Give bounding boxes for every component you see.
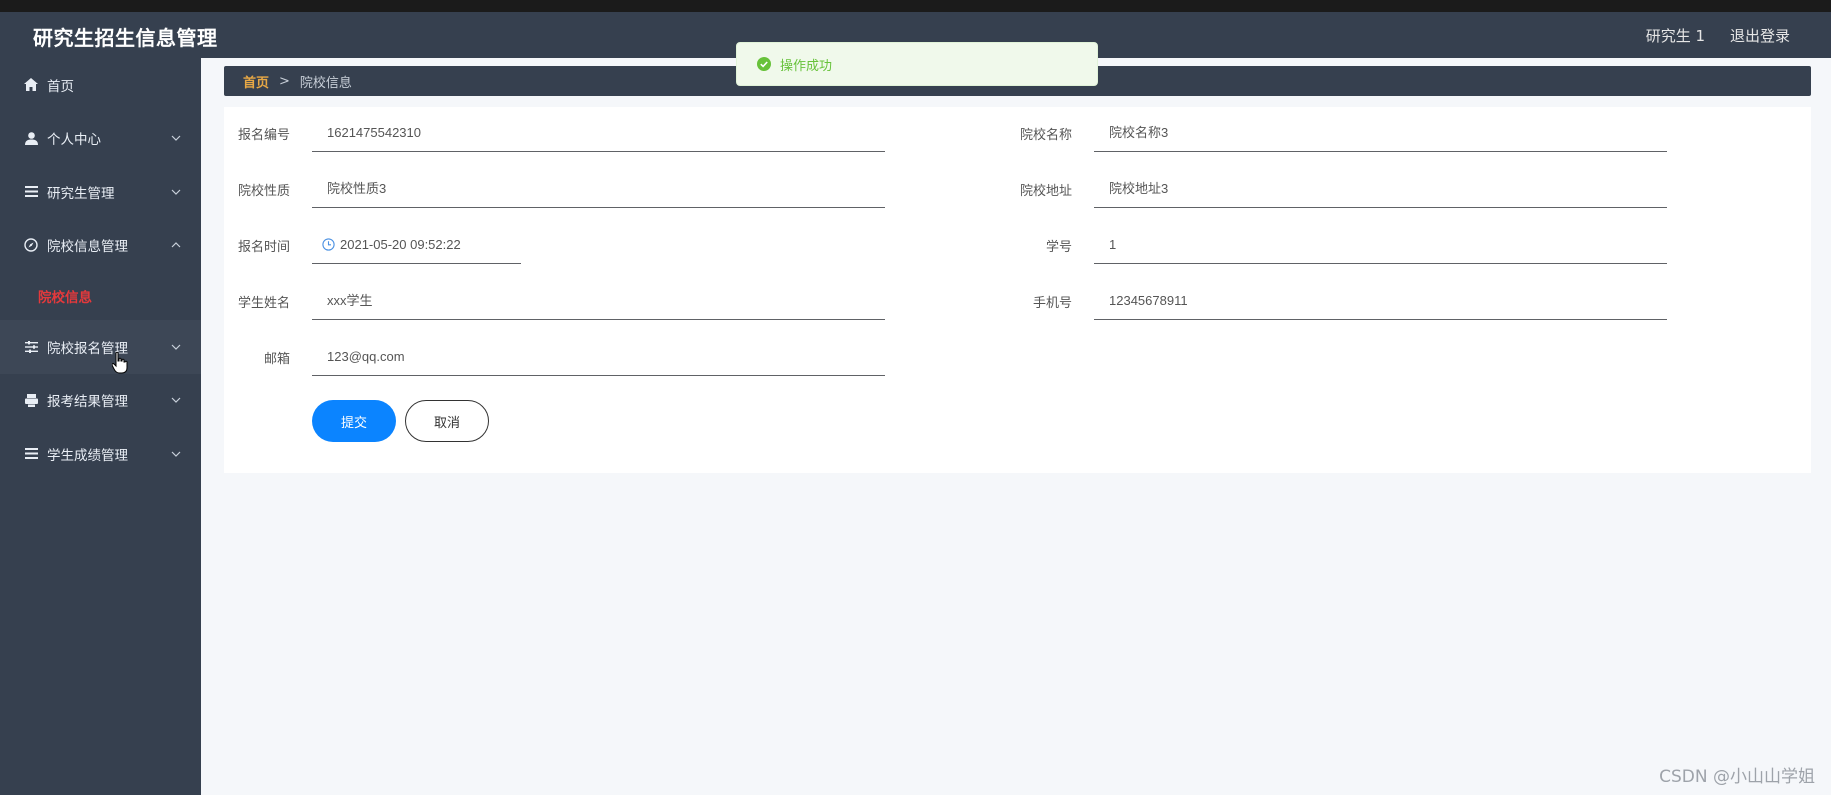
sidebar-item-student-score-management[interactable]: 学生成绩管理 [0,427,201,481]
phone-input[interactable]: 12345678911 [1094,282,1667,320]
chevron-down-icon [171,342,181,352]
printer-icon [23,392,39,408]
breadcrumb-separator: > [279,73,290,89]
chevron-up-icon [171,240,181,250]
check-circle-icon [757,57,771,71]
toast-message: 操作成功 [780,58,833,74]
list-icon [23,446,39,462]
sidebar-item-label: 研究生管理 [47,185,115,202]
student-name-input[interactable]: xxx学生 [312,282,885,320]
sidebar-item-label: 学生成绩管理 [47,447,128,464]
breadcrumb-current: 院校信息 [299,75,352,91]
logout-link[interactable]: 退出登录 [1730,25,1790,46]
school-type-input[interactable]: 院校性质3 [312,170,885,208]
cancel-button[interactable]: 取消 [405,400,489,442]
student-name-label: 学生姓名 [237,296,290,311]
breadcrumb-home-link[interactable]: 首页 [243,72,269,91]
sidebar-item-label: 个人中心 [47,132,101,149]
sidebar-item-label: 报考结果管理 [47,394,128,411]
sidebar-item-label: 院校信息管理 [47,239,128,256]
sidebar: 首页 个人中心 研究生管理 院校信息管理 院校信息 院校报名管理 报考结果管理 … [0,58,201,795]
email-label: 邮箱 [263,352,290,367]
hand-pointer-icon [111,351,128,378]
sliders-icon [23,339,39,355]
registration-no-label: 报名编号 [237,128,290,143]
student-id-label: 学号 [1045,240,1072,255]
clock-icon [322,238,335,251]
chevron-down-icon [171,187,181,197]
sidebar-item-home[interactable]: 首页 [0,58,201,112]
registration-time-picker[interactable]: 2021-05-20 09:52:22 [312,226,521,264]
email-input[interactable]: 123@qq.com [312,338,885,376]
success-toast: 操作成功 [736,42,1098,86]
watermark: CSDN @小山山学姐 [1659,767,1815,787]
chevron-down-icon [171,133,181,143]
app-window: 研究生招生信息管理 研究生 1 退出登录 首页 个人中心 研究生管理 院校信息管… [0,12,1831,795]
phone-label: 手机号 [1032,296,1072,311]
chevron-down-icon [171,449,181,459]
school-name-label: 院校名称 [1019,128,1072,143]
app-title: 研究生招生信息管理 [33,26,218,50]
sidebar-item-graduate-management[interactable]: 研究生管理 [0,165,201,219]
main-content: 首页 > 院校信息 报名编号 1621475542310 院校名称 院校名称3 … [201,58,1831,795]
school-name-input[interactable]: 院校名称3 [1094,114,1667,152]
school-address-input[interactable]: 院校地址3 [1094,170,1667,208]
student-id-input[interactable]: 1 [1094,226,1667,264]
chevron-down-icon [171,395,181,405]
sidebar-item-school-registration-management[interactable]: 院校报名管理 [0,320,201,374]
sidebar-item-exam-result-management[interactable]: 报考结果管理 [0,374,201,428]
registration-time-label: 报名时间 [237,240,290,255]
list-icon [23,184,39,200]
school-type-label: 院校性质 [237,184,290,199]
school-info-form: 报名编号 1621475542310 院校名称 院校名称3 院校性质 院校性质3… [224,107,1811,473]
registration-no-input[interactable]: 1621475542310 [312,114,885,152]
registration-time-value: 2021-05-20 09:52:22 [340,236,461,252]
home-icon [23,77,39,93]
sidebar-item-label: 首页 [47,78,74,95]
submit-button[interactable]: 提交 [312,400,396,442]
compass-icon [23,237,39,253]
current-user-name: 研究生 1 [1645,27,1705,45]
sidebar-item-personal-center[interactable]: 个人中心 [0,112,201,166]
school-address-label: 院校地址 [1019,184,1072,199]
sidebar-subitem-school-info[interactable]: 院校信息 [0,272,201,320]
sidebar-item-school-info-management[interactable]: 院校信息管理 [0,219,201,273]
user-icon [23,130,39,146]
